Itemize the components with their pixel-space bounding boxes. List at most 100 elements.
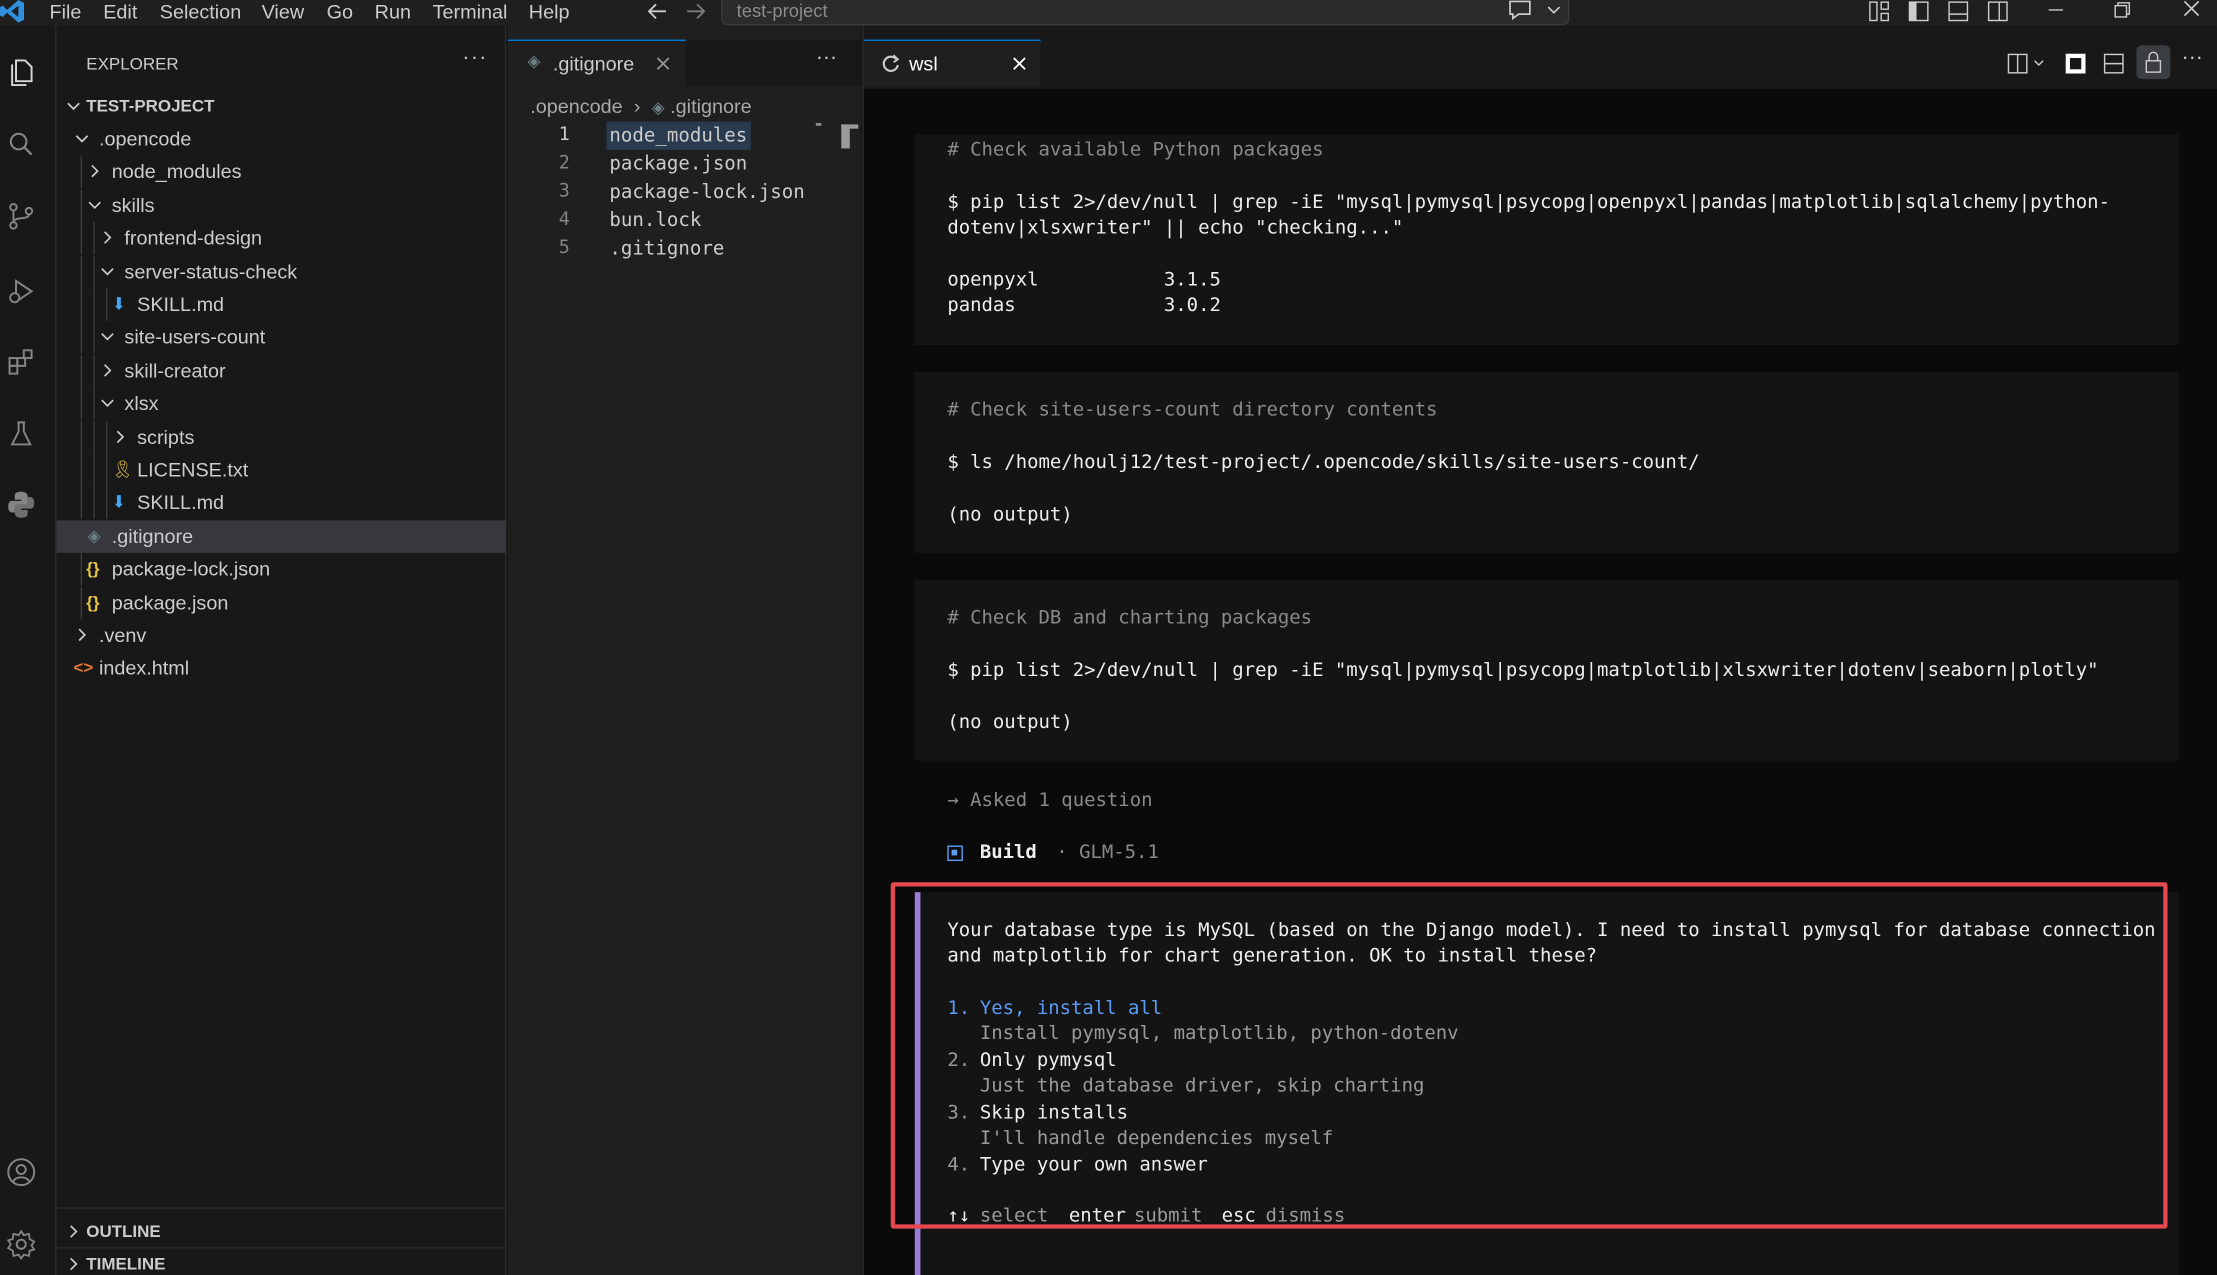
close-icon[interactable]	[655, 55, 672, 72]
tab-gitignore[interactable]: ◈ .gitignore	[507, 39, 686, 87]
command-line-cont: dotenv|xlsxwriter" || echo "checking..."	[947, 217, 1404, 239]
line-number: 4	[558, 209, 570, 231]
command-center[interactable]: test-project	[721, 0, 1570, 26]
tree-item[interactable]: xlsx	[57, 387, 507, 421]
project-name: TEST-PROJECT	[86, 96, 215, 116]
back-arrow-icon[interactable]	[646, 1, 669, 21]
tree-item[interactable]: site-users-count	[57, 321, 507, 355]
chevron-down-icon[interactable]	[2032, 57, 2046, 71]
indent-guide	[80, 354, 83, 388]
explorer-more-actions-icon[interactable]: ···	[462, 45, 487, 69]
output-line: openpyxl 3.1.5	[947, 270, 1221, 292]
tree-item[interactable]: .venv	[57, 619, 507, 652]
tree-item[interactable]: skill-creator	[57, 354, 507, 388]
line-number: 5	[558, 237, 570, 259]
restore-icon[interactable]	[2112, 0, 2132, 20]
close-window-icon[interactable]	[2182, 0, 2202, 20]
menu-view[interactable]: View	[262, 0, 305, 23]
tree-item[interactable]: scripts	[57, 420, 507, 454]
forward-arrow-icon[interactable]	[684, 1, 707, 21]
source-control-icon[interactable]	[6, 201, 37, 232]
explorer-files-icon[interactable]	[6, 57, 37, 88]
indent-guide	[80, 222, 83, 255]
chevron-down-icon[interactable]	[1545, 3, 1562, 17]
indent-guide	[80, 321, 83, 355]
chevron-down-icon	[101, 267, 114, 275]
code-editor[interactable]: 1 node_modules 2 package.json 3 package-lock.…	[508, 121, 861, 278]
code-line: bun.lock	[609, 209, 702, 232]
menu-help[interactable]: Help	[529, 0, 570, 23]
account-icon[interactable]	[6, 1157, 37, 1188]
breadcrumb-file[interactable]: .gitignore	[670, 95, 751, 118]
minimize-icon[interactable]	[2046, 0, 2066, 20]
tab-wsl[interactable]: wsl	[863, 39, 1041, 87]
menu-run[interactable]: Run	[375, 0, 411, 23]
comment-line: # Check DB and charting packages	[947, 607, 1313, 630]
tree-item[interactable]: ⬇ SKILL.md	[57, 486, 507, 520]
indent-guide	[80, 255, 83, 288]
tree-item[interactable]: ⬇ SKILL.md	[57, 288, 507, 321]
split-down-icon[interactable]	[2102, 52, 2125, 75]
settings-gear-icon[interactable]	[6, 1229, 37, 1260]
output-line: (no output)	[947, 504, 1073, 526]
indent-guide	[80, 189, 83, 222]
tree-item[interactable]: {} package-lock.json	[57, 553, 507, 586]
tree-item[interactable]: frontend-design	[57, 222, 507, 255]
close-icon[interactable]	[1011, 55, 1028, 72]
extensions-icon[interactable]	[6, 346, 37, 377]
code-line: package.json	[609, 152, 748, 176]
tree-item[interactable]: skills	[57, 189, 507, 222]
editor-more-actions-icon[interactable]: ···	[816, 45, 837, 69]
tree-item[interactable]: 🎗 LICENSE.txt	[57, 453, 507, 487]
toggle-primary-sidebar-icon[interactable]	[1907, 0, 1930, 23]
timeline-section-header[interactable]: TIMELINE	[57, 1248, 507, 1275]
search-icon[interactable]	[6, 129, 37, 160]
menu-go[interactable]: Go	[327, 0, 353, 23]
chat-icon[interactable]	[1507, 0, 1532, 21]
tree-item-label: LICENSE.txt	[137, 458, 249, 481]
indent-guide	[106, 420, 108, 454]
indent-guide	[93, 255, 95, 288]
python-icon[interactable]	[6, 489, 37, 520]
comment-line: # Check site-users-count directory conte…	[947, 400, 1438, 422]
chevron-right-icon	[70, 1257, 78, 1271]
breadcrumb-folder[interactable]: .opencode	[530, 95, 622, 118]
lock-group-button[interactable]	[2136, 45, 2171, 80]
indent-guide	[93, 288, 95, 321]
project-root[interactable]: TEST-PROJECT	[57, 90, 507, 123]
tree-item[interactable]: <> index.html	[57, 652, 507, 685]
indent-guide	[80, 420, 83, 454]
indent-guide	[80, 156, 83, 189]
terminal-more-actions-icon[interactable]: ···	[2182, 45, 2203, 69]
tree-item-label: SKILL.md	[137, 491, 225, 514]
tree-item[interactable]: ◈ .gitignore	[56, 520, 507, 553]
tree-item[interactable]: server-status-check	[57, 255, 507, 288]
command-line: $ ls /home/houlj12/test-project/.opencod…	[947, 452, 1700, 474]
menu-selection[interactable]: Selection	[160, 0, 241, 23]
toggle-secondary-sidebar-icon[interactable]	[1987, 0, 2010, 23]
menu-file[interactable]: File	[49, 0, 81, 23]
chevron-right-icon	[104, 231, 112, 245]
breadcrumb-separator-icon: ›	[633, 94, 641, 118]
editor-tab-bar: ◈ .gitignore ···	[507, 39, 862, 87]
maximize-panel-icon[interactable]	[2064, 52, 2087, 75]
testing-flask-icon[interactable]	[6, 419, 37, 450]
editor-group-gitignore: ◈ .gitignore ··· .opencode › ◈ .gitignor…	[507, 25, 862, 1275]
tree-item[interactable]: {} package.json	[57, 586, 507, 619]
tree-item-label: package-lock.json	[111, 557, 271, 580]
git-file-icon: ◈	[651, 97, 665, 118]
menu-terminal[interactable]: Terminal	[433, 0, 508, 23]
tree-item[interactable]: .opencode	[57, 123, 507, 156]
toggle-panel-icon[interactable]	[1947, 0, 1970, 23]
customize-layout-icon[interactable]	[1868, 0, 1891, 23]
outline-section-header[interactable]: OUTLINE	[57, 1216, 507, 1249]
indent-guide	[93, 453, 95, 487]
tree-item[interactable]: node_modules	[57, 156, 507, 189]
menu-edit[interactable]: Edit	[103, 0, 137, 23]
split-editor-icon[interactable]	[2006, 52, 2029, 75]
run-debug-icon[interactable]	[6, 276, 37, 307]
tree-item-label: .venv	[98, 623, 147, 647]
chevron-right-icon	[78, 628, 87, 642]
html-file-icon: <>	[73, 658, 94, 678]
line-number: 1	[558, 124, 570, 146]
